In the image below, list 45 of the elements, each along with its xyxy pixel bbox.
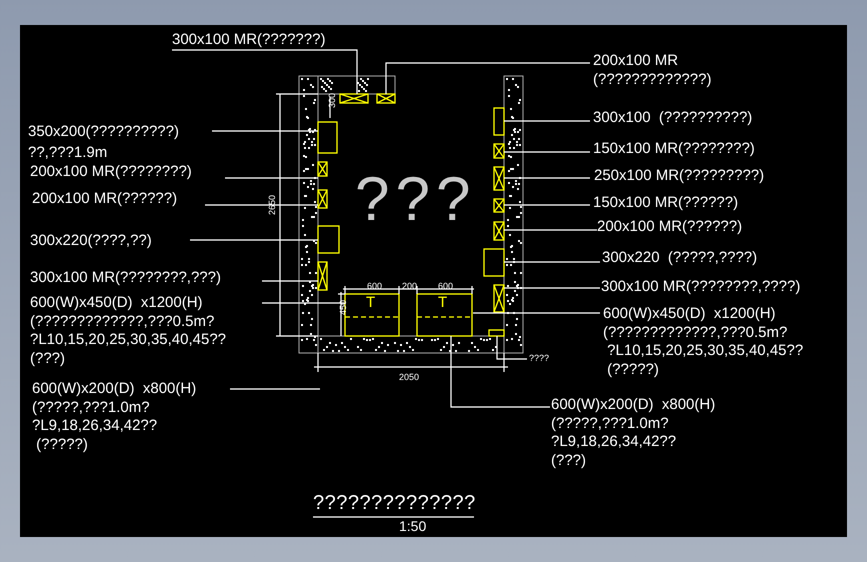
crossed-box-symbol — [493, 166, 505, 191]
scale-text: 1:50 — [399, 518, 426, 534]
callout-text: 150x100 MR(??????) — [593, 194, 738, 212]
callout-text: 250x100 MR(?????????) — [594, 167, 764, 186]
callout-text: 300x100 MR(????????,???) — [30, 269, 221, 288]
dimension-line — [329, 97, 331, 118]
dimension-text: 2650 — [267, 194, 277, 215]
callout-text: 200x100 MR(??????) — [597, 218, 742, 236]
crossed-box-symbol — [317, 261, 328, 291]
cabinet-mark: T — [438, 294, 448, 312]
crossed-box-symbol — [317, 189, 328, 209]
callout-text: 600(W)x200(D) x800(H) (?????,???1.0m? ?L9,18,26,34,42?? (?????) — [32, 380, 196, 454]
leader-line — [262, 280, 318, 282]
drawing-title: ?????????????? — [313, 492, 476, 514]
callout-text: 300x100 MR(????????,????) — [601, 278, 800, 296]
cabinet-drawing — [344, 293, 400, 337]
crossed-box-symbol — [376, 93, 396, 104]
callout-text: 300x100 MR(???????) — [172, 31, 326, 50]
fixture-outline — [317, 225, 340, 254]
crossed-box-symbol — [339, 93, 369, 104]
room-label: ??? — [355, 168, 476, 232]
callout-text: 200x100 MR (?????????????) — [593, 52, 712, 89]
fixture-outline — [493, 107, 505, 136]
crossed-box-symbol — [493, 221, 505, 241]
crossed-box-symbol — [493, 284, 505, 313]
cabinet-drawing — [416, 293, 473, 337]
floor-note: ???? — [529, 353, 550, 363]
fixture-outline — [488, 329, 505, 337]
callout-text: 350x200(??????????) ??,???1.9m — [28, 122, 179, 163]
callout-text: 600(W)x450(D) x1200(H) (?????????????,???0.5m? ?L10,15,20,25,30,35,40,45?? (?????) — [603, 305, 804, 379]
fixture-outline — [483, 248, 505, 277]
callout-text: 300x220(????,??) — [30, 232, 152, 250]
callout-text: 200x100 MR(????????) — [30, 163, 192, 182]
callout-text: 200x100 MR(??????) — [32, 190, 178, 208]
crossed-box-symbol — [317, 161, 328, 177]
crossed-box-symbol — [493, 143, 505, 159]
crossed-box-symbol — [493, 198, 505, 213]
callout-text: 150x100 MR(????????) — [593, 140, 755, 158]
callout-text: 600(W)x450(D) x1200(H) (?????????????,???0.5m? ?L10,15,20,25,30,35,40,45?? (???) — [30, 294, 226, 368]
fixture-outline — [317, 121, 338, 154]
callout-text: 300x220 (?????,????) — [602, 249, 758, 268]
callout-text: 600(W)x200(D) x800(H) (?????,???1.0m? ?L9,18,26,34,42?? (???) — [551, 396, 716, 470]
cabinet-mark: T — [366, 294, 376, 312]
dimension-text: 2050 — [399, 372, 420, 382]
callout-text: 300x100 (??????????) — [593, 109, 752, 128]
